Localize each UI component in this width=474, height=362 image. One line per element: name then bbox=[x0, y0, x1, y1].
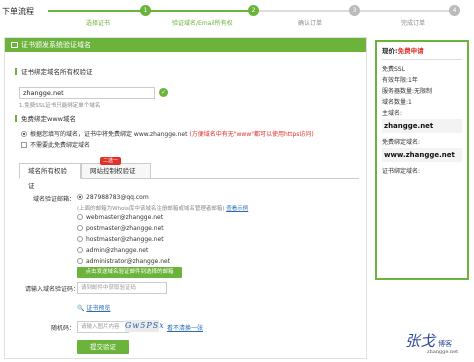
preview-row[interactable]: 🔍 证书预览 bbox=[77, 303, 110, 312]
free-domain-label: 免费绑定域名: bbox=[382, 139, 421, 146]
tab-domain-verify[interactable]: 域名所有权验证 bbox=[19, 163, 81, 190]
domain-input[interactable]: zhangge.net bbox=[19, 87, 155, 99]
whois-note: (上面的邮箱为Whois库中该域名注册邮箱或域名管理者邮箱) 查看示例 bbox=[77, 206, 249, 212]
main-panel: 证书颁发系统验证域名 证书绑定域名所有权验证 zhangge.net ✓ 1.免… bbox=[4, 37, 367, 359]
domain-hint: 1.免费SSL证书只能绑定单个域名 bbox=[19, 103, 101, 109]
email-option-1[interactable]: 287988783@qq.com bbox=[77, 194, 149, 201]
cert-domains-label: 证书绑定域名: bbox=[382, 168, 421, 175]
email-option-6[interactable]: administrator@zhangge.net bbox=[77, 258, 170, 265]
step-4-label: 完成订单 bbox=[401, 20, 426, 27]
price-title: 现价:免费申请 bbox=[382, 47, 424, 55]
email-option-3[interactable]: postmaster@zhangge.net bbox=[77, 225, 164, 232]
steps-title: 下单流程 bbox=[2, 7, 34, 16]
email-radio-4[interactable] bbox=[77, 236, 83, 242]
captcha-input[interactable]: 请输入图片内容 bbox=[77, 321, 129, 333]
preview-icon: 🔍 bbox=[77, 305, 85, 312]
card-icon bbox=[11, 42, 18, 48]
step-2-label: 验证域名/Email所有权 bbox=[172, 20, 233, 27]
bind-www-note: (方便域名中有无"www"都可以使用https访问) bbox=[189, 131, 314, 138]
captcha-label: 随机码： bbox=[50, 325, 75, 332]
verify-tabs: 域名所有权验证 网站控制权验证 二选一 bbox=[19, 157, 359, 190]
bind-www-radio[interactable] bbox=[21, 131, 27, 137]
bind-section-title: 免费绑定www域名 bbox=[15, 113, 76, 123]
email-radio-6[interactable] bbox=[77, 258, 83, 264]
send-verify-email-button[interactable]: 点击发送域名验证邮件到选择的邮箱 bbox=[77, 267, 182, 278]
step-1-dot: 1 bbox=[140, 5, 151, 16]
email-radio-1[interactable] bbox=[77, 194, 83, 200]
main-domain-label: 主域名: bbox=[382, 110, 403, 117]
order-summary: 现价:免费申请 免费SSL 有效年限:1年 服务器数量:无限制 域名数量:1 主… bbox=[375, 40, 469, 280]
email-radio-5[interactable] bbox=[77, 247, 83, 253]
step-3-dot: 3 bbox=[349, 5, 360, 16]
captcha-image: Gw5PSx bbox=[125, 320, 165, 332]
no-bind-checkbox[interactable] bbox=[21, 142, 27, 148]
main-header: 证书颁发系统验证域名 bbox=[5, 38, 366, 52]
domain-section-title: 证书绑定域名所有权验证 bbox=[15, 66, 93, 76]
step-1-label: 选择证书 bbox=[86, 20, 111, 27]
no-bind-option[interactable]: 不需要此免费绑定域名 bbox=[21, 140, 90, 149]
blog-watermark: 张戈 博客 zhangge.net bbox=[405, 332, 459, 355]
email-radio-3[interactable] bbox=[77, 225, 83, 231]
tab-site-verify[interactable]: 网站控制权验证 二选一 bbox=[81, 157, 151, 179]
main-header-title: 证书颁发系统验证域名 bbox=[21, 41, 91, 49]
validity: 有效年限:1年 bbox=[382, 77, 418, 84]
step-2-dot: 2 bbox=[248, 5, 259, 16]
email-option-2[interactable]: webmaster@zhangge.net bbox=[77, 214, 163, 221]
step-3-label: 确认订单 bbox=[298, 20, 323, 27]
email-option-4[interactable]: hostmaster@zhangge.net bbox=[77, 236, 164, 243]
cert-preview-link[interactable]: 证书预览 bbox=[86, 305, 110, 312]
refresh-captcha-link[interactable]: 看不清换一张 bbox=[167, 323, 203, 332]
submit-verify-button[interactable]: 提交验证 bbox=[77, 340, 129, 354]
email-label: 域名验证邮箱： bbox=[32, 196, 75, 203]
check-icon: ✓ bbox=[159, 88, 168, 97]
email-radio-2[interactable] bbox=[77, 214, 83, 220]
code-input[interactable]: 请到邮件中获取验证码 bbox=[77, 282, 167, 294]
free-domain-value: www.zhangge.net bbox=[382, 148, 462, 162]
step-4-dot: 4 bbox=[449, 5, 460, 16]
server-count: 服务器数量:无限制 bbox=[382, 88, 433, 95]
bind-www-option[interactable]: 根据您填写的域名，证书中将免费绑定 www.zhangge.net (方便域名中… bbox=[21, 129, 314, 138]
product-name: 免费SSL bbox=[382, 66, 405, 73]
email-option-5[interactable]: admin@zhangge.net bbox=[77, 247, 148, 254]
domain-count: 域名数量:1 bbox=[382, 99, 412, 106]
code-label: 请输入域名验证码： bbox=[24, 286, 79, 293]
choose-one-badge: 二选一 bbox=[100, 157, 122, 165]
whois-example-link[interactable]: 查看示例 bbox=[226, 206, 248, 212]
main-domain-value: zhangge.net bbox=[382, 119, 462, 133]
